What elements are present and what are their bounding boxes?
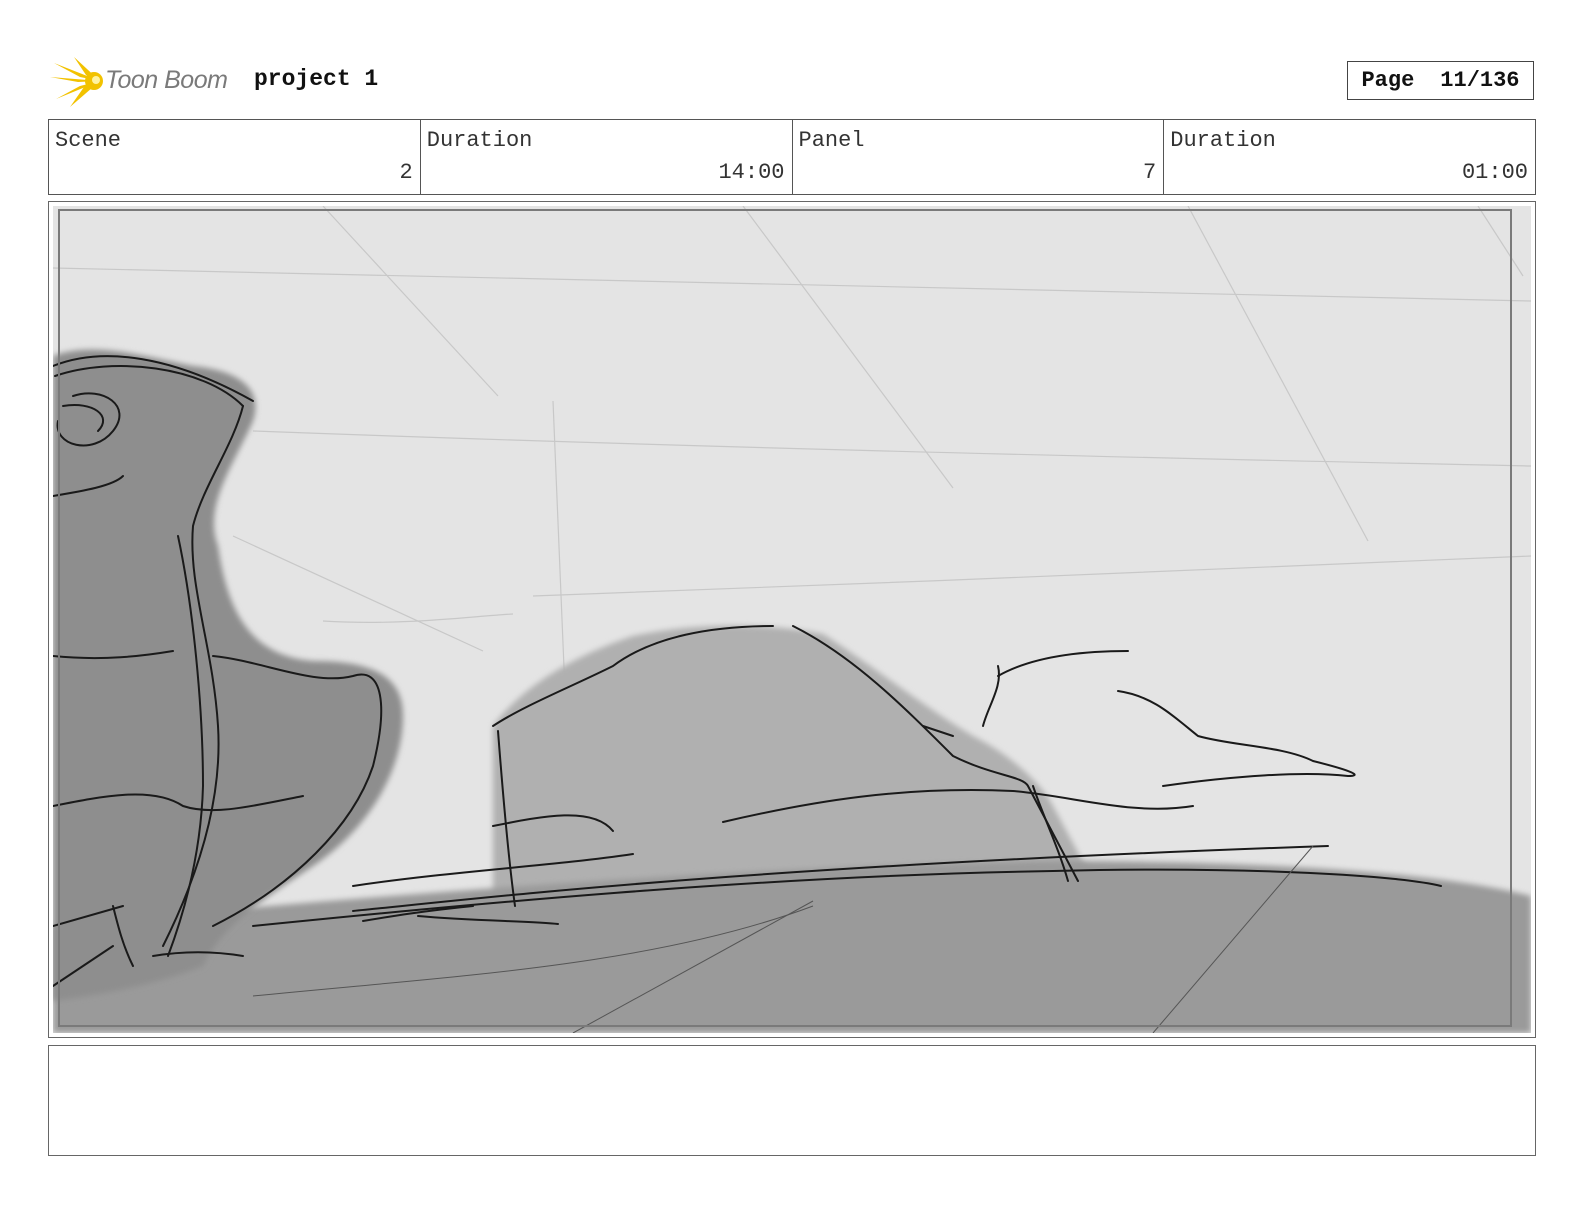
scene-value: 2 bbox=[399, 160, 413, 185]
panel-label: Panel bbox=[798, 128, 865, 153]
panel-sketch-image bbox=[53, 206, 1531, 1033]
scene-duration-cell: Duration 14:00 bbox=[421, 120, 793, 194]
scene-label: Scene bbox=[55, 128, 122, 153]
panel-duration-value: 01:00 bbox=[1461, 160, 1528, 185]
logo-text: Toon Boom bbox=[105, 66, 228, 94]
scene-info-row: Scene 2 Duration 14:00 Panel 7 Duration … bbox=[48, 119, 1536, 195]
scene-cell: Scene 2 bbox=[49, 120, 421, 194]
storyboard-panel bbox=[48, 201, 1536, 1038]
panel-duration-cell: Duration 01:00 bbox=[1164, 120, 1535, 194]
panel-duration-label: Duration bbox=[1170, 128, 1276, 153]
page-label: Page bbox=[1361, 68, 1415, 93]
panel-notes-box bbox=[48, 1045, 1536, 1156]
scene-duration-label: Duration bbox=[426, 128, 533, 153]
project-title: project 1 bbox=[254, 66, 379, 92]
panel-cell: Panel 7 bbox=[793, 120, 1165, 194]
panel-value: 7 bbox=[1143, 160, 1157, 185]
toon-boom-logo: Toon Boom bbox=[50, 55, 240, 107]
page-number: 11/136 bbox=[1440, 68, 1520, 93]
flare-icon bbox=[50, 57, 103, 107]
scene-duration-value: 14:00 bbox=[718, 160, 785, 185]
page-indicator: Page 11/136 bbox=[1347, 61, 1534, 100]
